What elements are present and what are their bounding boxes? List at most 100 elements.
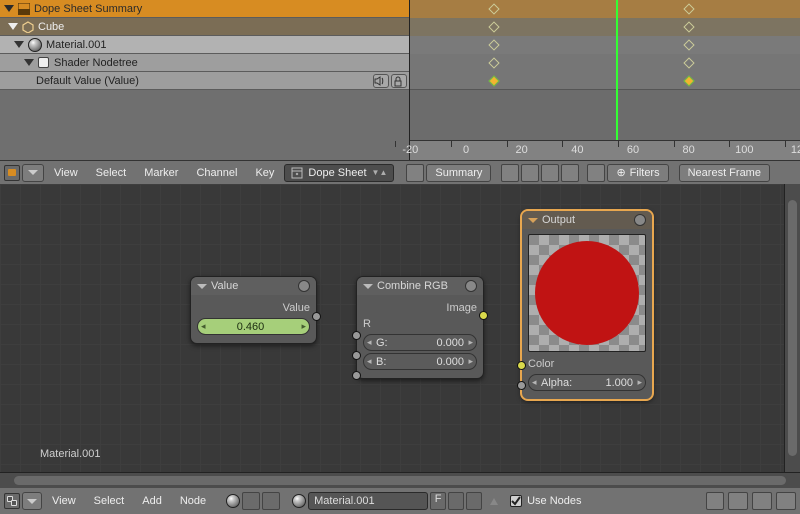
- material-label: Material.001: [46, 39, 107, 51]
- playhead[interactable]: 54: [616, 0, 618, 160]
- node-combine-rgb[interactable]: Combine RGB Image R ◂G:0.000▸ ◂B:0.000▸: [356, 276, 484, 379]
- menu-select[interactable]: Select: [86, 495, 133, 507]
- graph-row: [410, 36, 800, 54]
- menu-select[interactable]: Select: [88, 167, 135, 179]
- shader-label: Shader Nodetree: [54, 57, 138, 69]
- menu-marker[interactable]: Marker: [136, 167, 186, 179]
- output-preview: [528, 234, 646, 352]
- socket-label: Value: [197, 302, 310, 314]
- check-icon: [511, 496, 521, 506]
- filters-button[interactable]: ⊕Filters: [607, 164, 668, 182]
- expand-icon[interactable]: [4, 5, 14, 12]
- editor-type-icon[interactable]: [4, 165, 20, 181]
- pin-icon[interactable]: [490, 498, 498, 505]
- b-slider[interactable]: ◂B:0.000▸: [363, 353, 477, 370]
- node-header[interactable]: Value: [191, 277, 316, 295]
- unlink-material-button[interactable]: [466, 492, 482, 510]
- add-material-button[interactable]: [448, 492, 464, 510]
- paste-nodes-button[interactable]: [776, 492, 796, 510]
- use-nodes-checkbox[interactable]: [510, 495, 522, 507]
- mute-channel-button[interactable]: [373, 74, 389, 88]
- menu-add[interactable]: Add: [134, 495, 170, 507]
- vertical-scrollbar[interactable]: [784, 184, 800, 472]
- socket-label: R: [363, 318, 371, 330]
- node-header[interactable]: Combine RGB: [357, 277, 483, 295]
- socket-input-alpha[interactable]: [517, 381, 526, 390]
- editor-type-icon[interactable]: [4, 493, 20, 509]
- dope-sheet-header: View Select Marker Channel Key Dope Shee…: [0, 160, 800, 184]
- lock-icon: [392, 75, 404, 87]
- ghost-button[interactable]: [406, 164, 424, 182]
- summary-toggle[interactable]: Summary: [426, 164, 491, 182]
- socket-input-r[interactable]: [352, 331, 361, 340]
- expand-icon[interactable]: [14, 41, 24, 48]
- object-label: Cube: [38, 21, 64, 33]
- datablock-material-icon: [292, 494, 306, 508]
- fake-user-button[interactable]: F: [430, 492, 446, 510]
- value-slider[interactable]: ◂0.460▸: [197, 318, 310, 335]
- collapse-menus-button[interactable]: [22, 164, 44, 182]
- value-readout: 0.460: [204, 321, 303, 333]
- dopesheet-icon: [291, 167, 303, 179]
- node-color-icon[interactable]: [634, 214, 646, 226]
- shader-type-material-icon[interactable]: [226, 494, 240, 508]
- menu-channel[interactable]: Channel: [188, 167, 245, 179]
- dope-sheet-graph[interactable]: 54 -20020406080100120: [410, 0, 800, 160]
- node-value[interactable]: Value Value ◂0.460▸: [190, 276, 317, 344]
- menu-node[interactable]: Node: [172, 495, 214, 507]
- copy-nodes-button[interactable]: [752, 492, 772, 510]
- dope-sheet-editor: Dope Sheet Summary Cube Material.001 Sha…: [0, 0, 800, 160]
- dope-shader-row[interactable]: Shader Nodetree: [0, 54, 409, 72]
- horizontal-scrollbar[interactable]: [0, 472, 800, 488]
- socket-input-g[interactable]: [352, 351, 361, 360]
- dope-mode-label: Dope Sheet: [308, 167, 366, 179]
- socket-output-image[interactable]: [479, 311, 488, 320]
- socket-output-value[interactable]: [312, 312, 321, 321]
- dope-sheet-channel-tree: Dope Sheet Summary Cube Material.001 Sha…: [0, 0, 410, 160]
- node-color-icon[interactable]: [298, 280, 310, 292]
- collapse-menus-button[interactable]: [22, 492, 42, 510]
- expand-icon[interactable]: [24, 59, 34, 66]
- graph-row: [410, 0, 800, 18]
- menu-key[interactable]: Key: [247, 167, 282, 179]
- backdrop-button[interactable]: [706, 492, 724, 510]
- frame-ruler[interactable]: -20020406080100120: [410, 140, 800, 160]
- node-editor[interactable]: Value Value ◂0.460▸ Combine RGB Image R …: [0, 184, 800, 472]
- node-color-icon[interactable]: [465, 280, 477, 292]
- graph-row: [410, 72, 800, 90]
- expand-icon[interactable]: [8, 23, 18, 30]
- lock-channel-button[interactable]: [391, 74, 407, 88]
- shader-type-world-icon[interactable]: [242, 492, 260, 510]
- use-nodes-label: Use Nodes: [527, 495, 581, 507]
- socket-input-b[interactable]: [352, 371, 361, 380]
- filter-hidden-icon[interactable]: [541, 164, 559, 182]
- alpha-slider[interactable]: ◂Alpha:1.000▸: [528, 374, 646, 391]
- summary-label: Dope Sheet Summary: [34, 3, 142, 15]
- socket-label: Color: [528, 358, 554, 370]
- dope-channel-row[interactable]: Default Value (Value): [0, 72, 409, 90]
- snap-mode-dropdown[interactable]: Nearest Frame: [679, 164, 770, 182]
- cursor-icon[interactable]: [501, 164, 519, 182]
- filter-selected-icon[interactable]: [521, 164, 539, 182]
- menu-view[interactable]: View: [46, 167, 86, 179]
- snap-button[interactable]: [728, 492, 748, 510]
- material-datablock-field[interactable]: Material.001: [308, 492, 428, 510]
- node-output[interactable]: Output Color ◂Alpha:1.000▸: [521, 210, 653, 400]
- dope-summary-row[interactable]: Dope Sheet Summary: [0, 0, 409, 18]
- filter-fcurve-icon[interactable]: [587, 164, 605, 182]
- socket-input-color[interactable]: [517, 361, 526, 370]
- menu-view[interactable]: View: [44, 495, 84, 507]
- dope-material-row[interactable]: Material.001: [0, 36, 409, 54]
- dope-object-row[interactable]: Cube: [0, 18, 409, 36]
- summary-icon: [18, 3, 30, 15]
- shader-type-lamp-icon[interactable]: [262, 492, 280, 510]
- g-slider[interactable]: ◂G:0.000▸: [363, 334, 477, 351]
- socket-label: Image: [363, 302, 477, 314]
- node-title: Combine RGB: [377, 280, 448, 292]
- node-header[interactable]: Output: [522, 211, 652, 229]
- filter-errors-icon[interactable]: [561, 164, 579, 182]
- dope-mode-dropdown[interactable]: Dope Sheet ▼▲: [284, 164, 394, 182]
- node-breadcrumb: Material.001: [40, 448, 101, 460]
- object-icon: [22, 21, 34, 33]
- graph-row: [410, 54, 800, 72]
